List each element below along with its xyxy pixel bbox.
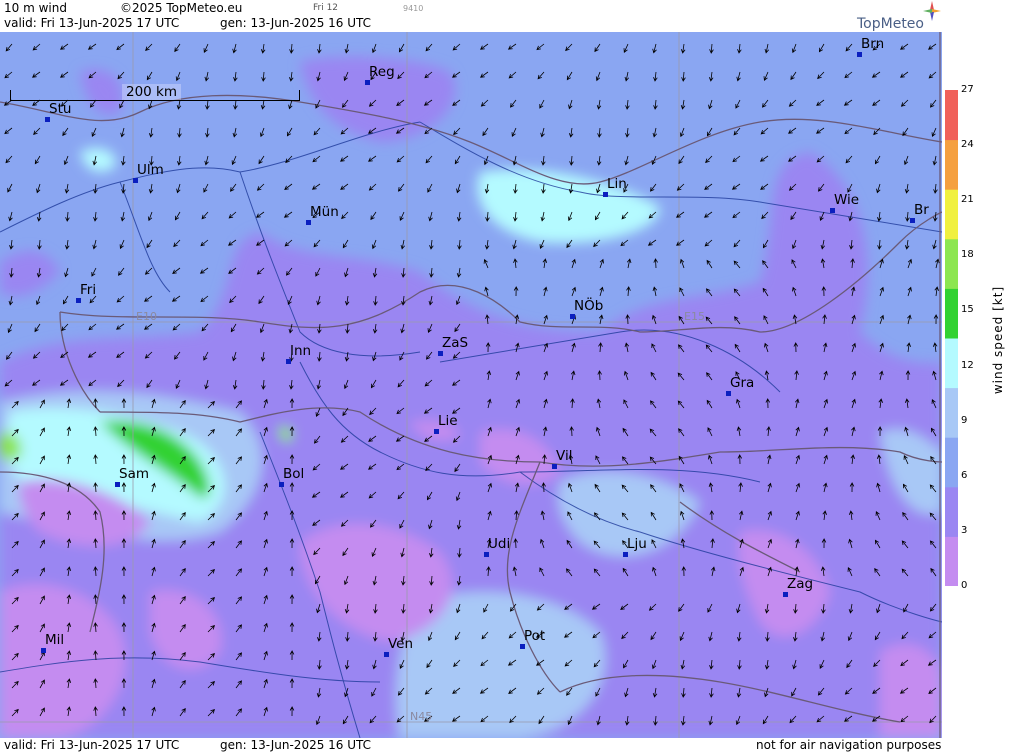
city-dot [603, 192, 608, 197]
color-bar-segment [945, 288, 958, 339]
disclaimer: not for air navigation purposes [756, 738, 942, 752]
city-dot [438, 351, 443, 356]
legend-tick-label: 27 [961, 84, 974, 95]
color-bar-segment [945, 238, 958, 289]
city-label: Udi [488, 536, 511, 552]
city-label: Lie [438, 413, 458, 429]
grid-label-e10: E10 [136, 310, 157, 323]
city-label: Mil [45, 632, 65, 648]
city-dot [279, 482, 284, 487]
city-label: Lju [627, 536, 647, 552]
city-label: Zag [787, 576, 814, 592]
city-dot [726, 391, 731, 396]
city-label: NÖb [574, 298, 604, 314]
color-bar-segment [945, 387, 958, 438]
legend-tick-label: 24 [961, 139, 974, 151]
city-dot [570, 314, 575, 319]
city-dot [552, 464, 557, 469]
legend-tick-label: 21 [961, 194, 974, 206]
city-label: ZaS [442, 335, 469, 351]
city-label: Sam [119, 466, 149, 482]
city-dot [434, 429, 439, 434]
map-footer: valid: Fri 13-Jun-2025 17 UTC gen: 13-Ju… [0, 738, 942, 753]
copyright: ©2025 TopMeteo.eu [120, 1, 243, 15]
valid-time: valid: Fri 13-Jun-2025 17 UTC [4, 16, 180, 30]
city-label: Fri [80, 282, 97, 298]
legend-tick-label: 3 [961, 524, 968, 536]
city-label: Wie [834, 192, 860, 208]
city-dot [41, 648, 46, 653]
logo-text: TopMeteo [857, 16, 924, 32]
city-dot [783, 592, 788, 597]
city-label: Reg [369, 64, 395, 80]
city-label: Lin [607, 176, 627, 192]
grid-label-e15: E15 [684, 310, 705, 323]
city-label: Brn [861, 36, 885, 52]
wind-map[interactable]: E10 E15 N45 200 km BrnRegStuUlmLinMünKli… [0, 32, 942, 738]
city-label: Gra [730, 375, 755, 391]
color-bar-segment [945, 90, 958, 141]
logo-compass-icon [923, 1, 941, 21]
city-dot [286, 359, 291, 364]
wind-speed-legend: 27 24 21 18 15 12 9 6 3 0 wind speed [kt] [942, 0, 1034, 753]
city-dot [306, 220, 311, 225]
color-bar-segment [945, 486, 958, 537]
legend-tick-label: 6 [961, 469, 968, 481]
legend-tick-label: 9 [961, 414, 968, 426]
city-label: Ven [388, 636, 414, 652]
legend-tick-label: 12 [961, 359, 974, 371]
color-bar-segment [945, 338, 958, 389]
grid-label-n45: N45 [410, 710, 433, 723]
city-dot [76, 298, 81, 303]
id-code: 9410 [403, 4, 424, 13]
city-label: Pot [524, 628, 546, 644]
map-header: 10 m wind ©2025 TopMeteo.eu Fri 12 9410 … [0, 0, 942, 32]
city-label: Bol [283, 466, 305, 482]
city-label: Ulm [137, 162, 164, 178]
city-dot [133, 178, 138, 183]
color-bar-segment [945, 437, 958, 488]
color-bar-segment [945, 139, 958, 190]
footer-generated-time: gen: 13-Jun-2025 16 UTC [220, 738, 372, 752]
city-label: Mün [310, 204, 339, 220]
city-dot [623, 552, 628, 557]
city-dot [115, 482, 120, 487]
color-bar-segment [945, 536, 958, 586]
footer-valid-time: valid: Fri 13-Jun-2025 17 UTC [4, 738, 180, 752]
color-bar [945, 90, 958, 586]
city-dot [857, 52, 862, 57]
legend-tick-label: 0 [961, 580, 968, 591]
city-dot [830, 208, 835, 213]
generated-time: gen: 13-Jun-2025 16 UTC [220, 16, 372, 30]
city-dot [910, 218, 915, 223]
city-dot [520, 644, 525, 649]
run-code: Fri 12 [313, 3, 339, 13]
city-label: Vil [556, 448, 573, 464]
legend-tick-label: 15 [961, 304, 974, 316]
legend-title: wind speed [kt] [991, 285, 1005, 395]
city-dot [45, 117, 50, 122]
city-label: Br [914, 202, 929, 218]
wind-field [0, 32, 942, 738]
legend-tick-label: 18 [961, 249, 974, 261]
color-bar-segment [945, 189, 958, 240]
scale-bar-label: 200 km [122, 84, 182, 100]
city-dot [484, 552, 489, 557]
city-label: Inn [290, 343, 312, 359]
city-label: Stu [49, 101, 72, 117]
city-dot [365, 80, 370, 85]
product-title: 10 m wind [4, 1, 67, 15]
city-dot [384, 652, 389, 657]
